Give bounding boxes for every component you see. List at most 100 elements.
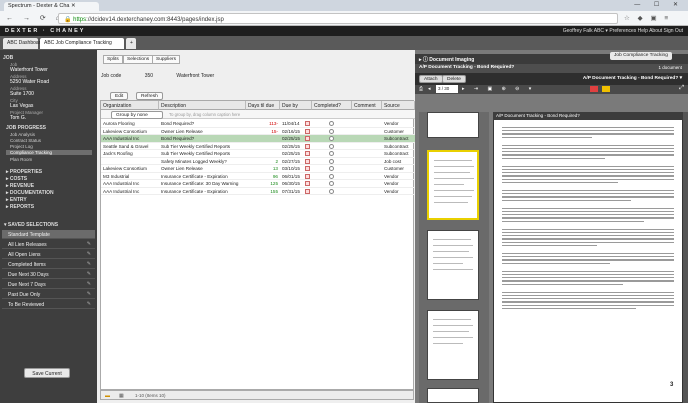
- table-row[interactable]: Jack's Roofing Sub Tier Weekly Certified …: [101, 150, 415, 158]
- address-field[interactable]: 🔒 https://dcidev14.dexterchaney.com:8443…: [58, 13, 618, 24]
- completed-checkbox[interactable]: [329, 166, 334, 172]
- wrench-icon[interactable]: ✎: [87, 281, 91, 287]
- calendar-icon[interactable]: [305, 128, 310, 134]
- calendar-icon[interactable]: [305, 151, 310, 157]
- col-description[interactable]: Description: [159, 101, 246, 110]
- zoom-tools[interactable]: ▸ ⇥ ▣ ⊕ ⊖ ▾: [462, 86, 535, 92]
- group-revenue[interactable]: ▸ REVENUE: [6, 183, 34, 189]
- delete-button[interactable]: Delete: [442, 75, 466, 83]
- wrench-icon[interactable]: ✎: [87, 301, 91, 307]
- table-row[interactable]: Safety Minutes Logged Weekly? 2 02/27/15 Jo…: [101, 158, 415, 165]
- completed-checkbox[interactable]: [329, 188, 334, 195]
- user-nav[interactable]: Geoffrey Falk ABC ▾ Preferences Help Abo…: [563, 28, 683, 34]
- table-row[interactable]: Seattle Sand & Gravel Sub Tier Weekly Cer…: [101, 143, 415, 150]
- wrench-icon[interactable]: ✎: [87, 241, 91, 247]
- sidebar-item-job-analysis[interactable]: Job Analysis: [10, 132, 35, 137]
- calendar-icon[interactable]: [305, 136, 310, 142]
- table-row[interactable]: Aurora Flooring Bond Required? 113- 11/04/1…: [101, 120, 415, 128]
- wrench-icon[interactable]: ✎: [87, 291, 91, 297]
- wrench-icon[interactable]: ✎: [87, 271, 91, 277]
- extension-icons[interactable]: ☆ ◆ ▣ ≡: [624, 14, 671, 22]
- sidebar-item-project-log[interactable]: Project Log: [10, 144, 33, 149]
- export-icon[interactable]: ▦: [119, 393, 124, 399]
- calendar-icon[interactable]: [305, 181, 310, 187]
- scrollbar[interactable]: [683, 112, 688, 403]
- col-comment[interactable]: Comment: [352, 101, 382, 110]
- wrench-icon[interactable]: ✎: [87, 251, 91, 257]
- saved-item[interactable]: To Be Reviewed ✎: [2, 300, 95, 309]
- highlight-icon[interactable]: [602, 86, 610, 92]
- col-source[interactable]: Source: [382, 101, 415, 110]
- save-current-button[interactable]: Save Current: [24, 368, 70, 378]
- print-icon[interactable]: ⎙: [419, 86, 423, 92]
- calendar-icon[interactable]: [305, 188, 310, 194]
- completed-checkbox[interactable]: [329, 151, 334, 157]
- page-thumbnail-active[interactable]: [427, 150, 479, 220]
- job-progress-header[interactable]: JOB PROGRESS: [6, 125, 46, 131]
- page-thumbnail[interactable]: [427, 112, 479, 138]
- refresh-button[interactable]: Refresh: [136, 92, 163, 100]
- page-input[interactable]: 3 / 30: [436, 85, 458, 93]
- tab-splits[interactable]: Splits: [103, 55, 123, 64]
- group-reports[interactable]: ▸ REPORTS: [6, 204, 34, 210]
- edit-button[interactable]: Edit: [110, 92, 129, 100]
- attach-button[interactable]: Attach: [419, 75, 443, 83]
- group-by-select[interactable]: Group by none: [111, 111, 163, 119]
- table-row[interactable]: Lakeview Consortium Owner Lien Release 15-…: [101, 128, 415, 135]
- redact-icon[interactable]: [590, 86, 598, 92]
- completed-checkbox[interactable]: [329, 128, 334, 135]
- page-thumbnail[interactable]: [427, 388, 479, 403]
- doc-section-title[interactable]: ▸ ⓘ Document Imaging: [419, 56, 474, 63]
- prev-page-icon[interactable]: ◂: [428, 86, 431, 92]
- saved-item[interactable]: All Lien Releases ✎: [2, 240, 95, 249]
- group-documentation[interactable]: ▸ DOCUMENTATION: [6, 190, 54, 196]
- completed-checkbox[interactable]: [329, 158, 334, 165]
- completed-checkbox[interactable]: [329, 136, 334, 142]
- completed-checkbox[interactable]: [329, 121, 334, 127]
- saved-item[interactable]: All Open Liens ✎: [2, 250, 95, 259]
- col-completed[interactable]: Completed?: [312, 101, 352, 110]
- sidebar-item-contract-status[interactable]: Contract Status: [10, 138, 41, 143]
- saved-item[interactable]: Past Due Only ✎: [2, 290, 95, 299]
- col-days-til-due[interactable]: Days til due: [246, 101, 280, 110]
- tab-dashboard[interactable]: ABC Dashboard: [3, 38, 43, 49]
- group-costs[interactable]: ▸ COSTS: [6, 176, 27, 182]
- col-organization[interactable]: Organization: [101, 101, 159, 110]
- completed-checkbox[interactable]: [329, 173, 334, 180]
- page-thumbnail[interactable]: [427, 310, 479, 380]
- col-due-by[interactable]: Due by: [280, 101, 312, 110]
- table-row[interactable]: AAA Industrial Inc Insurance Certificate …: [101, 188, 415, 195]
- saved-item[interactable]: Standard Template: [2, 230, 95, 239]
- completed-checkbox[interactable]: [329, 181, 334, 187]
- calendar-icon[interactable]: [305, 158, 310, 164]
- job-section-header[interactable]: JOB: [3, 55, 13, 61]
- saved-item[interactable]: Due Next 30 Days ✎: [2, 270, 95, 279]
- calendar-icon[interactable]: [305, 173, 310, 179]
- add-tab-button[interactable]: +: [126, 38, 136, 49]
- calendar-icon[interactable]: [305, 143, 310, 149]
- doc-selector[interactable]: A/P Document Tracking - Bond Required? ▾: [583, 76, 682, 81]
- tab-selections[interactable]: Selections: [123, 55, 154, 64]
- sidebar-item-compliance-tracking[interactable]: Compliance Tracking: [6, 150, 92, 155]
- wrench-icon[interactable]: ✎: [87, 261, 91, 267]
- folder-icon[interactable]: ▬: [105, 393, 110, 399]
- saved-item[interactable]: Due Next 7 Days ✎: [2, 280, 95, 289]
- expand-icon[interactable]: ⤢: [679, 85, 684, 92]
- table-row[interactable]: AAA Industrial Inc Bond Required? 02/25/15…: [101, 135, 415, 143]
- group-entry[interactable]: ▸ ENTRY: [6, 197, 27, 203]
- tab-job-compliance[interactable]: ABC Job Compliance Tracking: [40, 38, 124, 49]
- saved-item[interactable]: Completed Items ✎: [2, 260, 95, 269]
- calendar-icon[interactable]: [305, 121, 310, 127]
- table-row[interactable]: AAA Industrial Inc Insurance Certificate:…: [101, 180, 415, 188]
- window-controls[interactable]: — ☐ ✕: [634, 1, 684, 8]
- table-row[interactable]: M3 Industrial Insurance Certificate - Exp…: [101, 173, 415, 180]
- browser-tab[interactable]: Spectrum - Dexter & Cha ✕: [4, 2, 99, 11]
- group-properties[interactable]: ▸ PROPERTIES: [6, 169, 42, 175]
- table-row[interactable]: Lakeview Consortium Owner Lien Release 13 0…: [101, 165, 415, 173]
- saved-selections-header[interactable]: ▾ SAVED SELECTIONS: [4, 222, 58, 228]
- calendar-icon[interactable]: [305, 166, 310, 172]
- completed-checkbox[interactable]: [329, 143, 334, 150]
- sidebar-item-plan-room[interactable]: Plan Room: [10, 157, 32, 162]
- tab-suppliers[interactable]: Suppliers: [152, 55, 180, 64]
- page-thumbnail[interactable]: [427, 230, 479, 300]
